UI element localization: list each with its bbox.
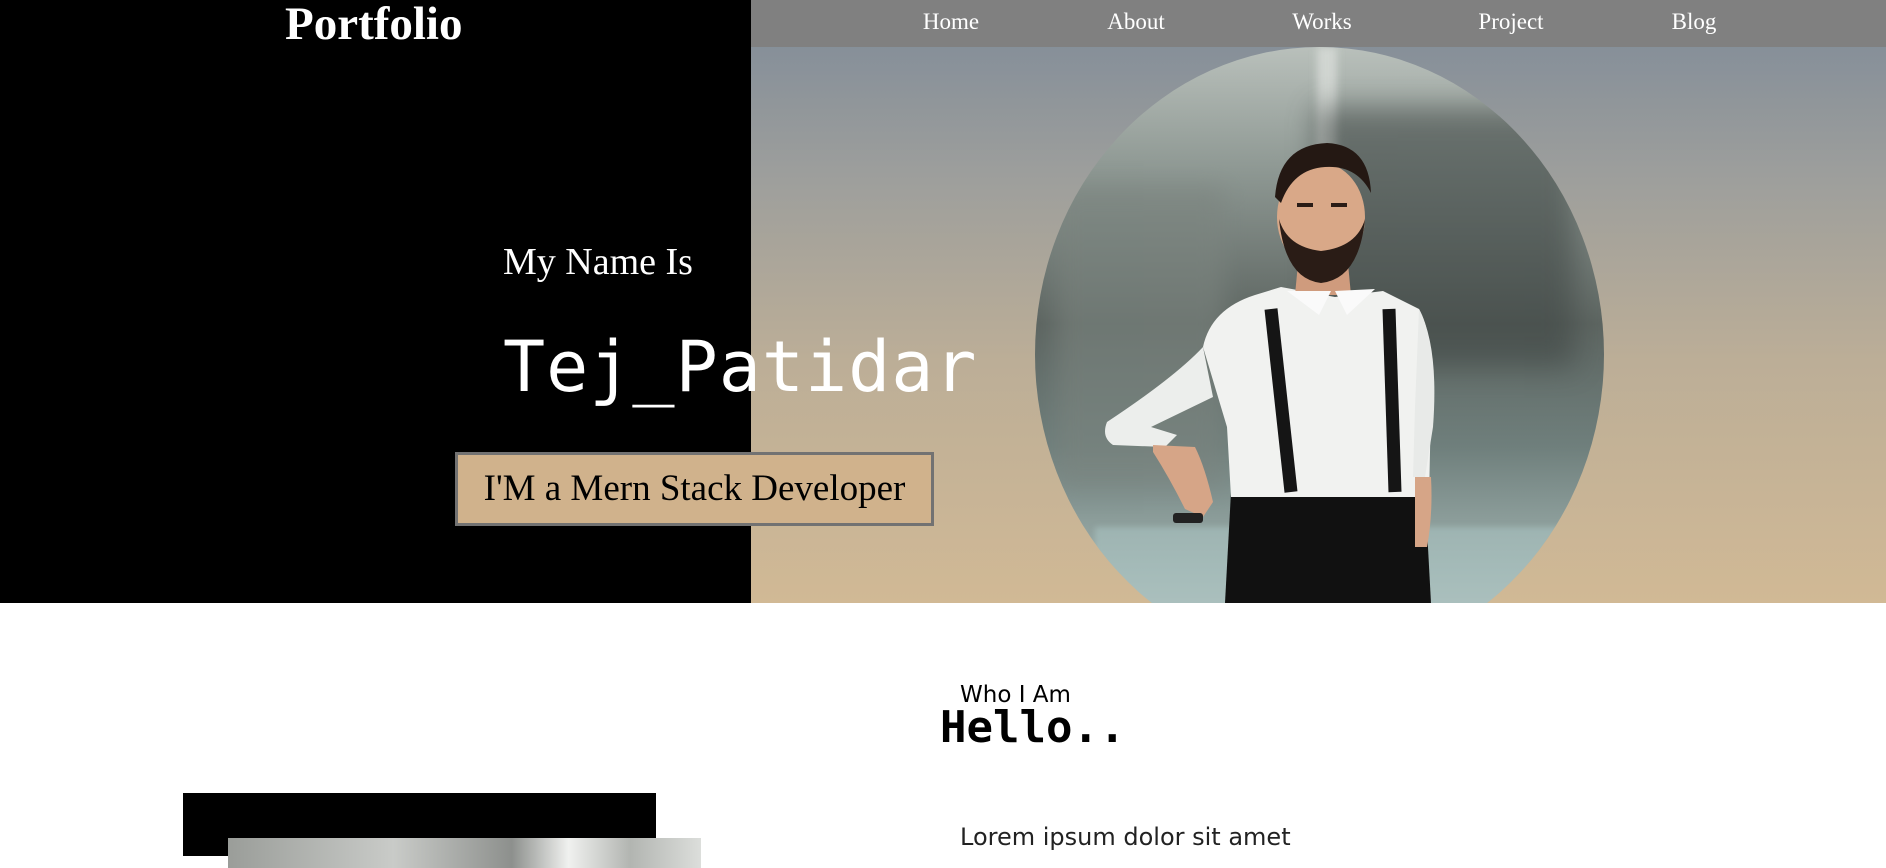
- profile-photo: [1035, 47, 1604, 603]
- about-text: Lorem ipsum dolor sit amet: [960, 823, 1291, 851]
- person-illustration: [1105, 143, 1435, 603]
- main-nav: Home About Works Project Blog: [751, 0, 1886, 47]
- site-logo[interactable]: Portfolio: [285, 0, 463, 50]
- about-image: [183, 793, 701, 868]
- about-photo: [228, 838, 701, 868]
- role-button[interactable]: I'M a Mern Stack Developer: [455, 452, 934, 526]
- hero-name: Tej_Patidar: [503, 326, 978, 408]
- profile-photo-frame: [1035, 47, 1604, 603]
- nav-blog[interactable]: Blog: [1672, 0, 1717, 47]
- nav-works[interactable]: Works: [1292, 0, 1351, 47]
- hero-section: Portfolio Home About Works Project Blog: [0, 0, 1886, 603]
- nav-project[interactable]: Project: [1478, 0, 1543, 47]
- about-heading: Hello..: [940, 702, 1126, 753]
- hero-intro: My Name Is: [503, 241, 693, 283]
- nav-home[interactable]: Home: [923, 0, 979, 47]
- nav-about[interactable]: About: [1107, 0, 1165, 47]
